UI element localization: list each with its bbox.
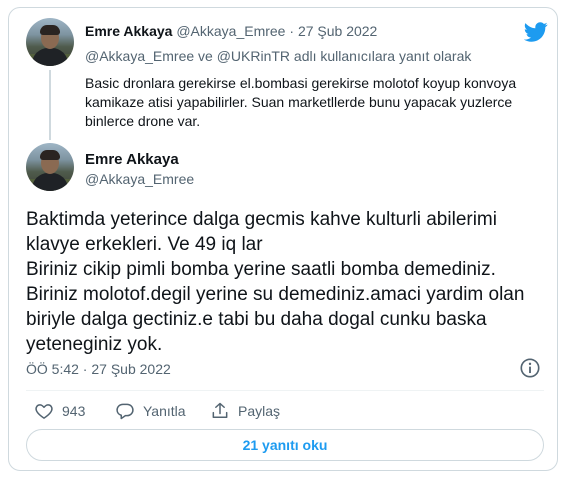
divider: [26, 390, 544, 391]
reply-bubble-icon: [116, 403, 134, 420]
share-icon: [212, 402, 228, 418]
author-name[interactable]: Emre Akkaya: [85, 23, 172, 39]
heart-icon: [35, 404, 53, 419]
author-handle[interactable]: @Akkaya_Emree: [85, 171, 194, 187]
tweet-date[interactable]: 27 Şub 2022: [298, 23, 377, 39]
share-button[interactable]: Paylaş: [210, 399, 280, 423]
like-count: 943: [62, 403, 86, 419]
parent-tweet-text: Basic dronlara gerekirse el.bombasi gere…: [85, 75, 517, 129]
date-separator: ·: [289, 23, 295, 39]
read-replies-button[interactable]: 21 yanıtı oku: [26, 429, 544, 461]
author-name[interactable]: Emre Akkaya: [85, 151, 179, 168]
share-label: Paylaş: [238, 403, 281, 419]
replying-to[interactable]: @Akkaya_Emree ve @UKRinTR adlı kullanıcı…: [85, 48, 471, 64]
twitter-bird-icon[interactable]: [524, 20, 548, 44]
reply-button[interactable]: Yanıtla: [115, 399, 186, 423]
parent-tweet-header: Emre Akkaya @Akkaya_Emree · 27 Şub 2022: [85, 23, 377, 39]
author-handle[interactable]: @Akkaya_Emree: [176, 23, 285, 39]
tweet-timestamp[interactable]: ÖÖ 5:42 · 27 Şub 2022: [26, 361, 171, 377]
reply-label: Yanıtla: [143, 403, 186, 419]
avatar[interactable]: [26, 143, 74, 191]
like-button[interactable]: 943: [34, 399, 85, 423]
tweet-embed-card: Emre Akkaya @Akkaya_Emree · 27 Şub 2022 …: [8, 7, 558, 471]
avatar[interactable]: [26, 18, 74, 66]
thread-connector-line: [49, 70, 51, 140]
tweet-text: Baktimda yeterince dalga gecmis kahve ku…: [26, 209, 525, 355]
info-icon[interactable]: [519, 357, 541, 379]
